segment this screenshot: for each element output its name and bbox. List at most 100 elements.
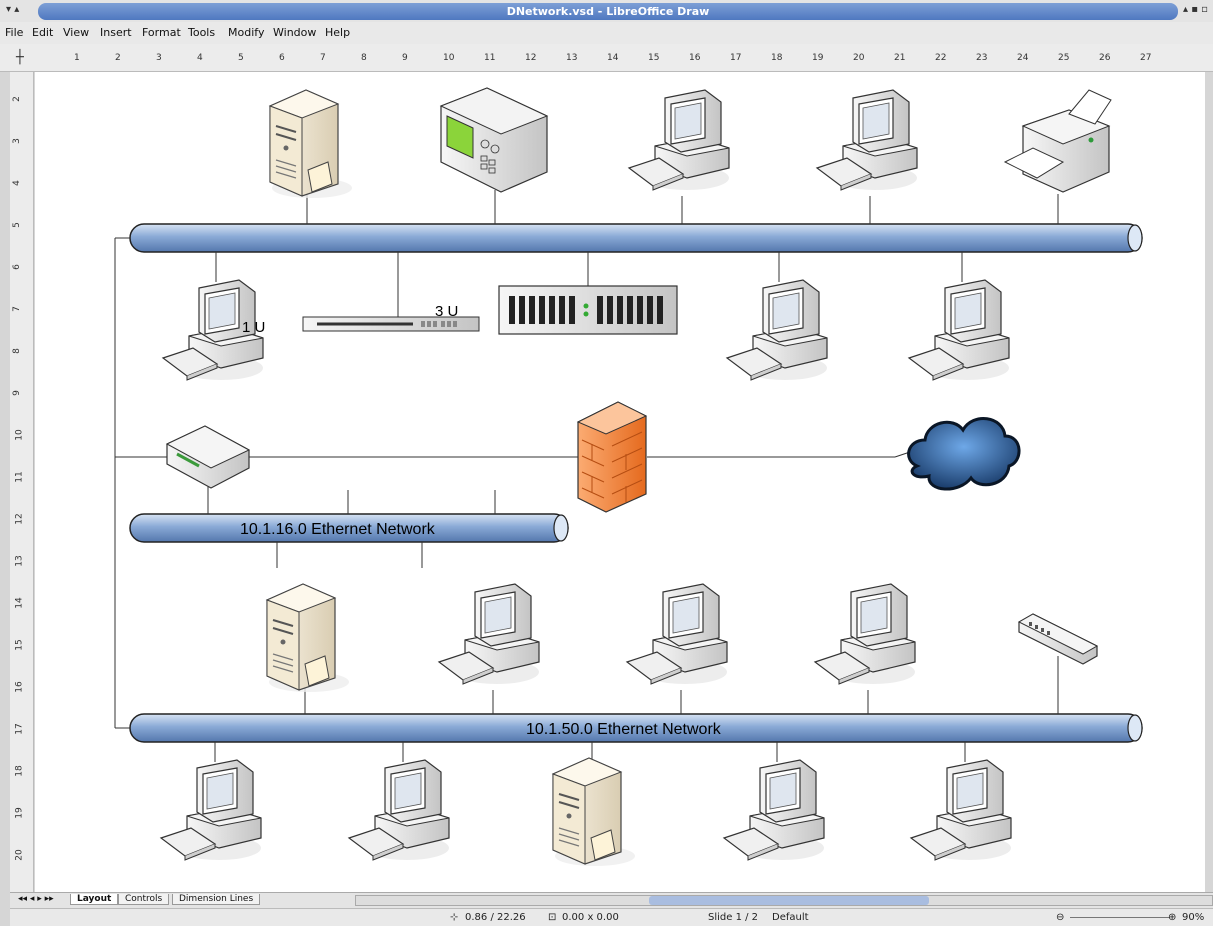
- h-ruler-tick: 16: [689, 53, 701, 63]
- zoom-out-icon[interactable]: ⊖: [1056, 912, 1064, 923]
- v-ruler-tick: 18: [14, 765, 25, 777]
- menu-view[interactable]: View: [63, 26, 89, 39]
- v-ruler-tick: 2: [11, 96, 22, 102]
- h-ruler-tick: 17: [730, 53, 742, 63]
- tab-nav-arrows-icon[interactable]: ◂◂ ◂ ▸ ▸▸: [12, 894, 60, 904]
- menu-modify[interactable]: Modify: [228, 26, 264, 39]
- v-ruler-tick: 20: [14, 849, 25, 861]
- network-16-label: 10.1.16.0 Ethernet Network: [240, 521, 436, 538]
- position-icon: ⊹: [450, 912, 459, 923]
- v-ruler-tick: 11: [14, 471, 25, 483]
- workstation-icon-8[interactable]: [814, 583, 916, 685]
- file-server-icon-middle[interactable]: [266, 583, 350, 693]
- tab-dimension-lines[interactable]: Dimension Lines: [172, 894, 261, 905]
- slide-indicator: Slide 1 / 2: [708, 912, 759, 923]
- h-ruler-tick: 19: [812, 53, 824, 63]
- h-ruler-tick: 25: [1058, 53, 1070, 63]
- workstation-icon-7[interactable]: [626, 583, 728, 685]
- sheet-tab-bar: ◂◂ ◂ ▸ ▸▸ Layout Controls Dimension Line…: [10, 892, 1213, 908]
- h-ruler-tick: 5: [238, 53, 244, 63]
- workstation-icon-6[interactable]: [438, 583, 540, 685]
- drawing-canvas[interactable]: 1 U 3 U 10.1.16.0 Ethernet Network 10.1.…: [35, 72, 1205, 892]
- h-ruler-tick: 22: [935, 53, 947, 63]
- workstation-icon-4[interactable]: [726, 279, 828, 381]
- v-ruler-tick: 13: [14, 555, 25, 567]
- v-ruler-tick: 14: [14, 597, 25, 609]
- title-bar: ▾ ▴ DNetwork.vsd - LibreOffice Draw ▴ ▪ …: [0, 0, 1213, 22]
- layout-name[interactable]: Default: [772, 912, 809, 923]
- backbone-pipe[interactable]: [129, 223, 1143, 253]
- v-ruler-tick: 9: [11, 390, 22, 396]
- v-ruler-tick: 19: [14, 807, 25, 819]
- h-ruler-tick: 12: [525, 53, 537, 63]
- position-readout: 0.86 / 22.26: [465, 912, 526, 923]
- zoom-in-icon[interactable]: ⊕: [1168, 912, 1176, 923]
- v-ruler-tick: 16: [14, 681, 25, 693]
- v-ruler-tick: 7: [11, 306, 22, 312]
- cloud-icon[interactable]: [907, 417, 1021, 491]
- window-title: DNetwork.vsd - LibreOffice Draw: [38, 3, 1178, 20]
- h-ruler-tick: 23: [976, 53, 988, 63]
- h-ruler-tick: 1: [74, 53, 80, 63]
- menu-window[interactable]: Window: [273, 26, 316, 39]
- zoom-slider[interactable]: [1070, 917, 1170, 918]
- h-ruler-tick: 7: [320, 53, 326, 63]
- rack-server-icon[interactable]: [498, 285, 678, 335]
- menu-help[interactable]: Help: [325, 26, 350, 39]
- rack-1u-label: 1 U: [242, 319, 265, 336]
- file-server-icon-bottom[interactable]: [552, 757, 636, 867]
- v-ruler-tick: 4: [11, 180, 22, 186]
- monitor-device-icon[interactable]: [439, 87, 549, 193]
- workstation-icon-11[interactable]: [723, 759, 825, 861]
- v-ruler-tick: 15: [14, 639, 25, 651]
- workstation-icon-12[interactable]: [910, 759, 1012, 861]
- h-ruler-tick: 18: [771, 53, 783, 63]
- vertical-ruler[interactable]: 2 3 4 5 6 7 8 9 10 11 12 13 14 15 16 17 18 19 20: [10, 72, 34, 892]
- window-controls-icon[interactable]: ▴ ▪ ▫: [1183, 4, 1208, 15]
- v-ruler-tick: 5: [11, 222, 22, 228]
- router-icon[interactable]: [165, 425, 251, 489]
- menu-bar: File Edit View Insert Format Tools Modif…: [0, 22, 1213, 44]
- h-ruler-tick: 9: [402, 53, 408, 63]
- horizontal-scrollbar[interactable]: [355, 895, 1213, 906]
- workstation-icon-9[interactable]: [160, 759, 262, 861]
- workstation-icon-5[interactable]: [908, 279, 1010, 381]
- network-diagram: 1 U 3 U 10.1.16.0 Ethernet Network 10.1.…: [114, 87, 1143, 867]
- tab-controls[interactable]: Controls: [118, 894, 170, 905]
- menu-tools[interactable]: Tools: [188, 26, 215, 39]
- workstation-icon-1[interactable]: [628, 89, 730, 191]
- h-ruler-tick: 8: [361, 53, 367, 63]
- v-ruler-tick: 8: [11, 348, 22, 354]
- network-50-label: 10.1.50.0 Ethernet Network: [526, 721, 722, 738]
- size-readout: 0.00 x 0.00: [562, 912, 619, 923]
- h-ruler-tick: 21: [894, 53, 906, 63]
- h-ruler-tick: 11: [484, 53, 496, 63]
- menu-file[interactable]: File: [5, 26, 23, 39]
- h-ruler-tick: 15: [648, 53, 660, 63]
- h-ruler-tick: 6: [279, 53, 285, 63]
- window-menu-icon[interactable]: ▾ ▴: [6, 4, 19, 15]
- h-ruler-tick: 26: [1099, 53, 1111, 63]
- workstation-icon-10[interactable]: [348, 759, 450, 861]
- ruler-origin-icon[interactable]: ┼: [16, 50, 24, 65]
- menu-insert[interactable]: Insert: [100, 26, 132, 39]
- menu-format[interactable]: Format: [142, 26, 181, 39]
- h-ruler-tick: 4: [197, 53, 203, 63]
- printer-icon[interactable]: [1003, 89, 1112, 193]
- tab-layout[interactable]: Layout: [70, 894, 119, 905]
- size-icon: ⊡: [548, 912, 557, 923]
- menu-edit[interactable]: Edit: [32, 26, 53, 39]
- h-ruler-tick: 27: [1140, 53, 1152, 63]
- horizontal-ruler[interactable]: ┼ 1 2 3 4 5 6 7 8 9 10 11 12 13 14 15 16 17 18 19 20 21 22 23 2…: [0, 44, 1213, 72]
- file-server-icon-top[interactable]: [269, 89, 353, 199]
- h-ruler-tick: 24: [1017, 53, 1029, 63]
- firewall-icon[interactable]: [576, 401, 648, 513]
- scrollbar-thumb[interactable]: [649, 896, 929, 905]
- workstation-icon-2[interactable]: [816, 89, 918, 191]
- h-ruler-tick: 14: [607, 53, 619, 63]
- h-ruler-tick: 20: [853, 53, 865, 63]
- h-ruler-tick: 2: [115, 53, 121, 63]
- zoom-level[interactable]: 90%: [1182, 912, 1204, 923]
- h-ruler-tick: 13: [566, 53, 578, 63]
- rack-switch-icon[interactable]: [302, 316, 480, 332]
